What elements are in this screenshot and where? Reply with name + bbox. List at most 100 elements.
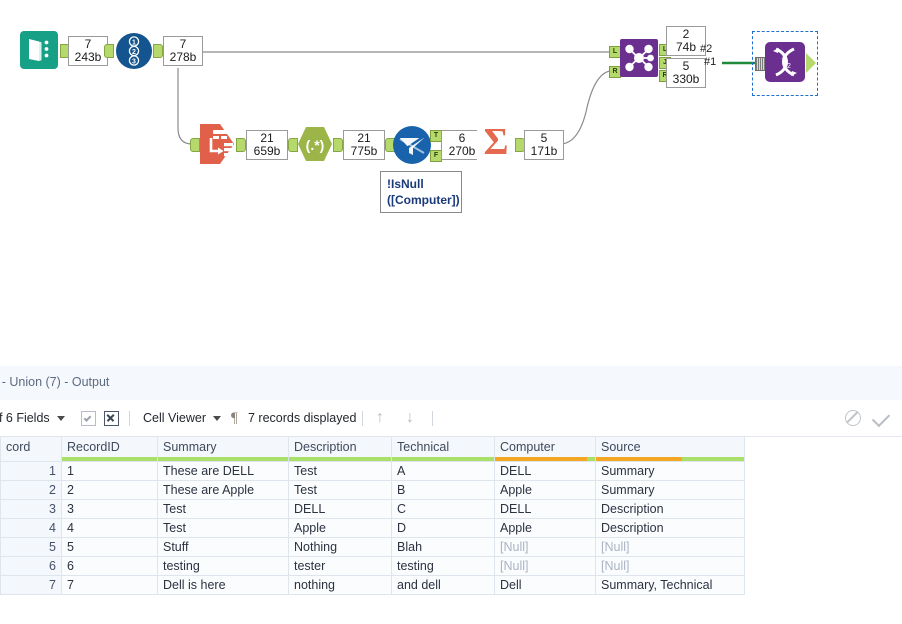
table-cell[interactable]: 5 [61,537,158,557]
table-row[interactable]: 1 1 These are DELL Test A DELL Summary [0,461,745,481]
regex-glyph: (.*) [306,137,325,153]
table-cell[interactable]: Description [595,518,745,538]
results-grid[interactable]: cord RecordID Summary Description Technical C… [0,436,902,624]
table-row[interactable]: 3 3 Test DELL C DELL Description [0,499,745,519]
tool-summarize[interactable]: Σ [477,121,515,164]
fields-selector[interactable]: of 6 Fields [0,400,65,436]
table-cell[interactable]: Test [288,480,392,500]
transpose-output-anchor[interactable] [236,138,246,152]
column-header-label: Description [294,440,357,454]
table-header-row: cord RecordID Summary Description Technical C… [0,436,745,462]
connection-label-c1: 7 243b [68,36,108,66]
column-header-source[interactable]: Source [595,436,745,462]
table-cell[interactable]: 7 [61,575,158,595]
record-number-cell[interactable]: 4 [0,518,62,538]
block-records-button[interactable] [845,400,861,436]
table-cell[interactable]: Summary [595,480,745,500]
table-row[interactable]: 7 7 Dell is here nothing and dell Dell Summary… [0,575,745,595]
tool-regex[interactable]: (.*) [297,126,333,165]
table-cell[interactable]: These are DELL [157,461,289,481]
table-cell[interactable]: Summary, Technical [595,575,745,595]
tool-input-data[interactable] [20,31,58,72]
table-cell[interactable]: Test [157,499,289,519]
view-mode-selector[interactable]: Cell Viewer [143,400,221,436]
union-output-anchor[interactable] [806,53,816,73]
table-cell[interactable]: [Null] [595,556,745,576]
table-cell[interactable]: [Null] [494,556,596,576]
table-cell[interactable]: Description [595,499,745,519]
table-cell[interactable]: Dell is here [157,575,289,595]
table-row[interactable]: 2 2 These are Apple Test B Apple Summary [0,480,745,500]
table-cell[interactable]: testing [157,556,289,576]
table-cell[interactable]: DELL [494,461,596,481]
tool-join[interactable] [620,39,658,80]
record-number-cell[interactable]: 6 [0,556,62,576]
column-header-computer[interactable]: Computer [494,436,596,462]
table-cell[interactable]: 1 [61,461,158,481]
table-row[interactable]: 5 5 Stuff Nothing Blah [Null] [Null] [0,537,745,557]
data-quality-bar [62,457,157,461]
table-cell[interactable]: DELL [494,499,596,519]
table-cell[interactable]: C [391,499,495,519]
column-header-label: cord [6,440,31,454]
next-record-button[interactable]: ↓ [406,400,414,436]
table-cell[interactable]: B [391,480,495,500]
regex-output-anchor[interactable] [333,138,343,152]
table-cell[interactable]: Apple [494,518,596,538]
table-cell[interactable]: Nothing [288,537,392,557]
table-cell[interactable]: Apple [494,480,596,500]
column-header-recordid[interactable]: RecordID [61,436,158,462]
table-cell[interactable]: These are Apple [157,480,289,500]
table-cell[interactable]: [Null] [595,537,745,557]
column-header-technical[interactable]: Technical [391,436,495,462]
table-row[interactable]: 6 6 testing tester testing [Null] [Null] [0,556,745,576]
table-cell[interactable]: DELL [288,499,392,519]
tool-union[interactable]: 1 2 [765,42,805,85]
record-number-cell[interactable]: 3 [0,499,62,519]
table-cell[interactable]: [Null] [494,537,596,557]
table-cell[interactable]: D [391,518,495,538]
table-cell[interactable]: A [391,461,495,481]
record-number-cell[interactable]: 2 [0,480,62,500]
transpose-icon [200,124,234,164]
record-number-cell[interactable]: 5 [0,537,62,557]
column-header-label: Source [601,440,641,454]
accept-button[interactable] [871,400,891,436]
table-cell[interactable]: nothing [288,575,392,595]
table-cell[interactable]: Test [157,518,289,538]
table-cell[interactable]: 3 [61,499,158,519]
record-number-cell[interactable]: 7 [0,575,62,595]
record-id-icon: 1 2 3 [116,33,152,69]
table-cell[interactable]: Test [288,461,392,481]
table-cell[interactable]: Summary [595,461,745,481]
table-cell[interactable]: Apple [288,518,392,538]
results-title-bar[interactable]: s - Union (7) - Output [0,366,902,401]
table-cell[interactable]: testing [391,556,495,576]
table-cell[interactable]: Stuff [157,537,289,557]
table-cell[interactable]: tester [288,556,392,576]
table-cell[interactable]: 2 [61,480,158,500]
record-id-output-anchor[interactable] [153,44,163,58]
deselect-all-fields-button[interactable] [104,400,119,436]
tool-record-id[interactable]: 1 2 3 [116,33,152,72]
join-icon [620,39,658,77]
column-header-cord[interactable]: cord [0,436,62,462]
table-cell[interactable]: 6 [61,556,158,576]
record-id-input-anchor[interactable] [104,44,114,58]
table-row[interactable]: 4 4 Test Apple D Apple Description [0,518,745,538]
table-cell[interactable]: and dell [391,575,495,595]
workflow-canvas[interactable]: 7 243b 1 2 3 7 278b 21 659b (.*) 21 775b… [0,0,902,366]
tool-filter[interactable] [393,126,431,167]
column-header-summary[interactable]: Summary [157,436,289,462]
connection-label-c3: 21 659b [246,130,288,160]
previous-record-button[interactable]: ↑ [376,400,384,436]
column-header-description[interactable]: Description [288,436,392,462]
select-all-fields-button[interactable] [81,400,96,436]
table-cell[interactable]: Blah [391,537,495,557]
table-cell[interactable]: Dell [494,575,596,595]
record-number-cell[interactable]: 1 [0,461,62,481]
transpose-input-anchor[interactable] [190,138,200,152]
show-whitespace-button[interactable]: ¶ [231,400,238,436]
table-cell[interactable]: 4 [61,518,158,538]
tool-transpose[interactable] [200,124,238,167]
